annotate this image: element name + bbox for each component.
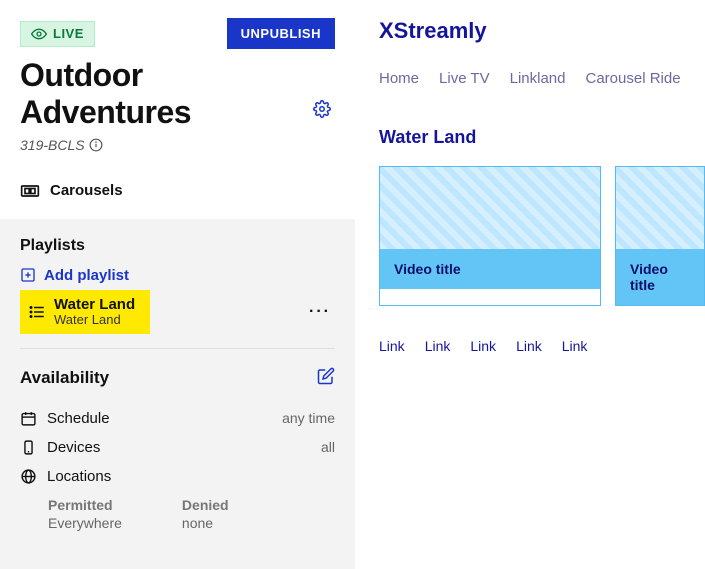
add-playlist-button[interactable]: Add playlist xyxy=(20,267,335,284)
video-title: Video title xyxy=(380,249,600,289)
schedule-value: any time xyxy=(282,410,335,426)
section-carousels-label: Carousels xyxy=(50,182,123,199)
section-carousels[interactable]: Carousels xyxy=(0,163,355,219)
edit-availability-button[interactable] xyxy=(317,367,335,390)
preview-link[interactable]: Link xyxy=(562,338,588,354)
globe-icon xyxy=(20,468,37,485)
playlist-sub: Water Land xyxy=(54,313,135,328)
locations-detail: Permitted Everywhere Denied none xyxy=(48,497,335,531)
brand-logo: XStreamly xyxy=(379,18,705,44)
collection-id: 319-BCLS xyxy=(20,137,335,153)
editor-header: LIVE UNPUBLISH Outdoor Adventures 319-BC… xyxy=(0,0,355,163)
playlist-more-button[interactable]: ··· xyxy=(305,299,335,325)
tab-live-tv[interactable]: Live TV xyxy=(439,70,490,87)
availability-locations-row: Locations xyxy=(20,462,335,491)
page-title: Outdoor Adventures xyxy=(20,57,309,131)
carousel-icon xyxy=(20,181,40,201)
carousel-cards: Video title Video title xyxy=(379,166,705,306)
add-playlist-label: Add playlist xyxy=(44,267,129,284)
video-title: Video title xyxy=(616,249,704,305)
tab-home[interactable]: Home xyxy=(379,70,419,87)
playlists-heading: Playlists xyxy=(20,237,335,255)
video-thumbnail xyxy=(616,167,704,249)
video-card[interactable]: Video title xyxy=(379,166,601,306)
permitted-label: Permitted xyxy=(48,497,122,513)
tab-linkland[interactable]: Linkland xyxy=(510,70,566,87)
device-icon xyxy=(20,439,37,456)
eye-icon xyxy=(31,26,47,42)
devices-value: all xyxy=(321,439,335,455)
devices-label: Devices xyxy=(47,439,100,456)
preview-link[interactable]: Link xyxy=(516,338,542,354)
locations-label: Locations xyxy=(47,468,111,485)
live-badge-text: LIVE xyxy=(53,26,84,41)
playlists-panel: Playlists Add playlist Water Land Water … xyxy=(0,219,355,569)
playlist-item[interactable]: Water Land Water Land xyxy=(20,290,150,334)
preview-link[interactable]: Link xyxy=(425,338,451,354)
info-icon[interactable] xyxy=(89,138,103,152)
settings-button[interactable] xyxy=(309,96,335,127)
gear-icon xyxy=(313,100,331,118)
plus-square-icon xyxy=(20,267,36,283)
live-badge: LIVE xyxy=(20,21,95,47)
calendar-icon xyxy=(20,410,37,427)
preview-link[interactable]: Link xyxy=(379,338,405,354)
carousel-title: Water Land xyxy=(379,127,705,148)
preview-links: Link Link Link Link Link xyxy=(379,338,705,354)
preview-link[interactable]: Link xyxy=(470,338,496,354)
edit-icon xyxy=(317,367,335,385)
denied-value: none xyxy=(182,515,229,531)
video-card[interactable]: Video title xyxy=(615,166,705,306)
tab-carousel-ride[interactable]: Carousel Ride xyxy=(586,70,681,87)
preview-nav: Home Live TV Linkland Carousel Ride xyxy=(379,70,705,87)
denied-label: Denied xyxy=(182,497,229,513)
availability-devices-row: Devices all xyxy=(20,433,335,462)
permitted-value: Everywhere xyxy=(48,515,122,531)
list-icon xyxy=(28,303,46,321)
availability-heading: Availability xyxy=(20,368,109,388)
schedule-label: Schedule xyxy=(47,410,110,427)
preview-panel: XStreamly Home Live TV Linkland Carousel… xyxy=(355,0,705,569)
video-thumbnail xyxy=(380,167,600,249)
playlist-name: Water Land xyxy=(54,296,135,313)
availability-schedule-row: Schedule any time xyxy=(20,404,335,433)
divider xyxy=(20,348,335,349)
collection-id-text: 319-BCLS xyxy=(20,137,85,153)
editor-panel: LIVE UNPUBLISH Outdoor Adventures 319-BC… xyxy=(0,0,355,569)
unpublish-button[interactable]: UNPUBLISH xyxy=(227,18,335,49)
